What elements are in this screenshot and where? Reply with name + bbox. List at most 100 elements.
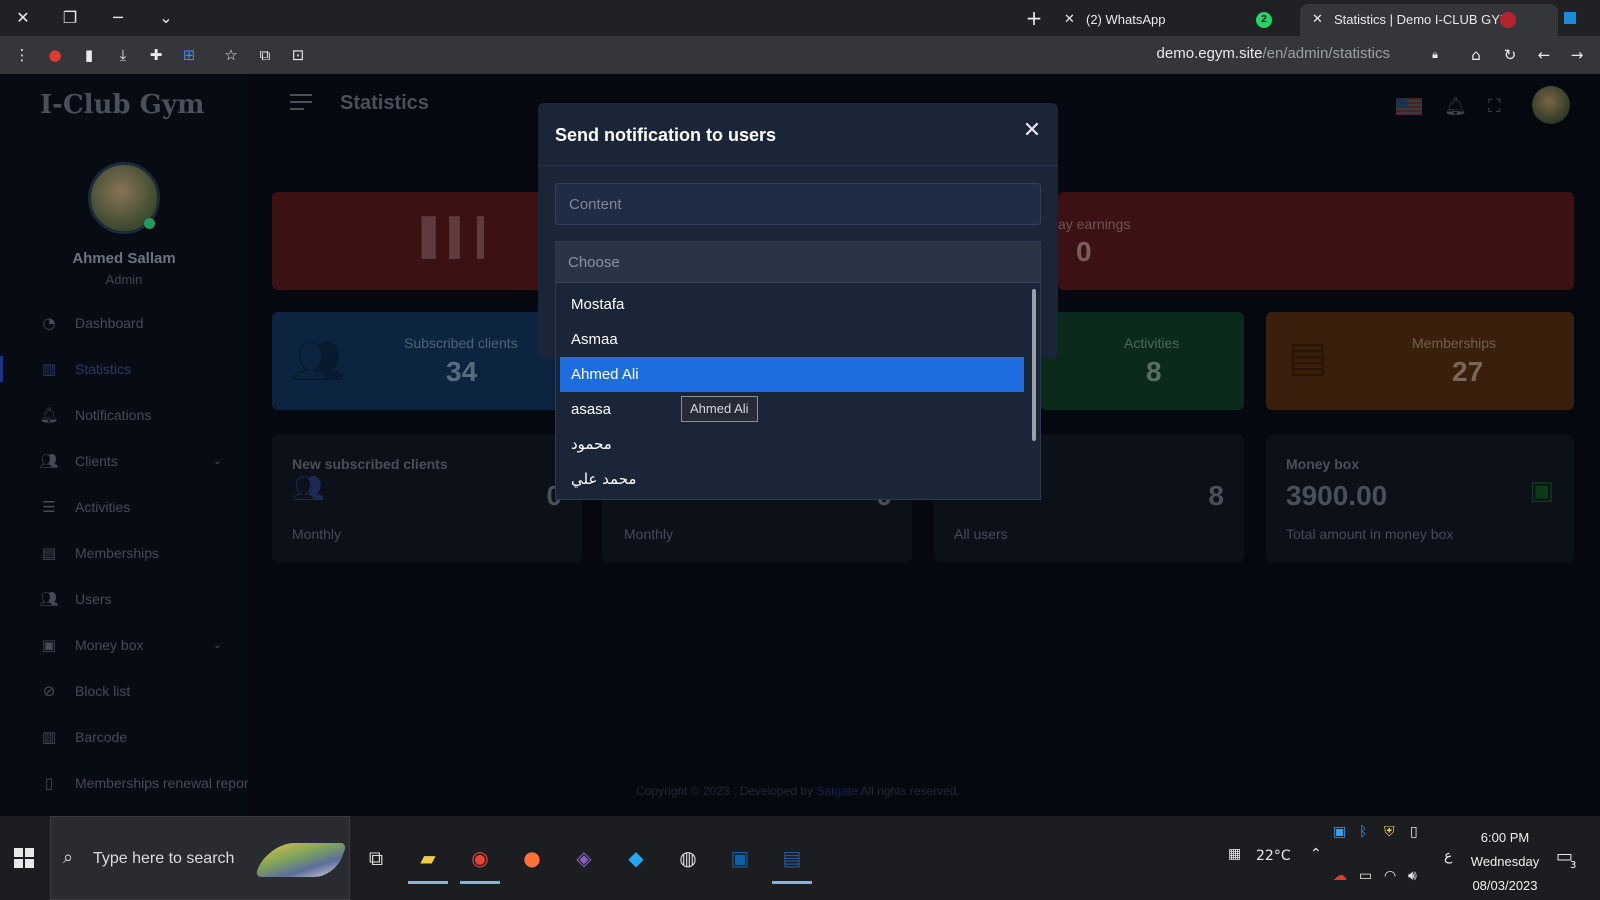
sidebar-item-activities[interactable]: ☰ Activities <box>0 484 248 530</box>
choose-search-input[interactable] <box>556 242 1040 283</box>
share-icon[interactable]: ⧉ <box>254 44 276 66</box>
url-field[interactable]: demo.egym.site/en/admin/statistics <box>1157 45 1390 62</box>
battery-icon[interactable]: ▭ <box>1359 868 1372 884</box>
barcode-icon: ▥ <box>41 728 57 746</box>
download-icon[interactable]: ⤓ <box>112 44 134 66</box>
word-icon[interactable]: ▤ <box>772 836 812 884</box>
wifi-icon[interactable]: ◠ <box>1384 868 1396 884</box>
us-flag-icon[interactable] <box>1396 98 1422 115</box>
card-value: 8 <box>1146 356 1162 387</box>
bluetooth-icon[interactable]: ᛒ <box>1359 824 1367 840</box>
sidebar-item-label: Statistics <box>75 361 132 377</box>
app-logo[interactable]: I-Club Gym <box>40 90 204 120</box>
new-tab-icon[interactable]: + <box>1022 6 1046 30</box>
card-label: New subscribed clients <box>292 456 448 472</box>
restore-window-icon[interactable]: ❐ <box>58 6 82 30</box>
page-footer: Copyright © 2023 . Developed by Satgate … <box>248 784 1348 798</box>
visual-studio-icon[interactable]: ◈ <box>564 836 604 880</box>
hamburger-menu-icon[interactable] <box>290 94 312 112</box>
list-item[interactable]: محمود <box>560 427 1024 462</box>
gym-favicon-icon <box>1500 12 1516 28</box>
sidebar-item-memberships[interactable]: ▤ Memberships <box>0 530 248 576</box>
card-value: 3900.00 <box>1286 480 1388 511</box>
firefox-icon[interactable]: ● <box>512 836 552 880</box>
tray-app-icon[interactable]: ▣ <box>1333 824 1346 840</box>
input-language[interactable]: ع <box>1444 848 1452 864</box>
close-window-icon[interactable]: ✕ <box>11 6 35 30</box>
money-icon: ▣ <box>41 636 57 654</box>
windows-taskbar: ⌕ Type here to search ⧉ ▰ ◉ ● ◈ ◆ ◍ ▣ ▤ … <box>0 816 1600 900</box>
task-view-icon[interactable]: ⧉ <box>356 836 396 880</box>
card-label: Subscribed clients <box>404 335 518 351</box>
sidebar-item-clients[interactable]: 👥︎ Clients ⌄ <box>0 438 248 484</box>
file-explorer-icon[interactable]: ▰ <box>408 836 448 884</box>
options-list: Mostafa Asmaa Ahmed Ali asasa محمود محمد… <box>560 287 1024 497</box>
id-card-icon: ▤ <box>41 544 57 562</box>
user-avatar <box>88 162 160 234</box>
system-clock[interactable]: 6:00 PM Wednesday 08/03/2023 <box>1460 826 1550 898</box>
bell-icon[interactable]: 🔔︎ <box>1444 96 1467 117</box>
clock-time: 6:00 PM <box>1480 830 1530 845</box>
tab-close-icon[interactable]: ✕ <box>1064 4 1075 36</box>
outlook-icon[interactable]: ▣ <box>720 836 760 880</box>
menu-dots-icon[interactable]: ⋮ <box>11 44 33 66</box>
sidebar-item-statistics[interactable]: ▥ Statistics <box>0 346 248 392</box>
sidebar-item-label: Memberships renewal repor <box>75 775 248 791</box>
extension-red-icon[interactable]: ● <box>44 44 66 66</box>
taskbar-search[interactable]: ⌕ Type here to search <box>50 816 350 900</box>
footer-link[interactable]: Satgate <box>816 784 857 798</box>
app-circle-icon[interactable]: ◍ <box>668 836 708 880</box>
vscode-icon[interactable]: ◆ <box>616 836 656 880</box>
url-host: demo.egym.site <box>1156 45 1263 62</box>
list-item-selected[interactable]: Ahmed Ali <box>560 357 1024 392</box>
reload-icon[interactable]: ↻ <box>1499 44 1521 66</box>
bookmark-star-icon[interactable]: ☆ <box>220 44 242 66</box>
sidebar-item-dashboard[interactable]: ◔ Dashboard <box>0 300 248 346</box>
card-subtitle: Monthly <box>624 526 674 542</box>
tab-statistics[interactable]: ✕ Statistics | Demo I-CLUB GYM <box>1300 4 1558 36</box>
sidebar-item-renewal-report[interactable]: ▯ Memberships renewal repor <box>0 760 248 806</box>
device-icon[interactable]: ▯ <box>1410 824 1418 840</box>
extensions-icon[interactable]: ✚ <box>145 44 167 66</box>
list-item[interactable]: asasa <box>560 392 1024 427</box>
windows-start-icon[interactable] <box>14 848 34 868</box>
tab-title: Statistics | Demo I-CLUB GYM <box>1334 12 1511 27</box>
fullscreen-icon[interactable]: ⛶ <box>1488 96 1501 117</box>
stat-card-money-box: Money box 3900.00 ▣ Total amount in mone… <box>1266 434 1574 562</box>
home-icon[interactable]: ⌂ <box>1465 44 1487 66</box>
temperature[interactable]: 22°C <box>1256 848 1291 864</box>
back-icon[interactable]: ← <box>1533 44 1555 66</box>
sidebar-item-label: Activities <box>75 499 131 515</box>
sidebar-icon[interactable]: ▮ <box>78 44 100 66</box>
translate-icon[interactable]: ⊞ <box>178 44 200 66</box>
list-item[interactable]: محمد علي <box>560 462 1024 497</box>
sidebar-item-block-list[interactable]: ⊘ Block list <box>0 668 248 714</box>
tab-whatsapp[interactable]: ✕ (2) WhatsApp 2 <box>1052 4 1292 36</box>
search-placeholder: Type here to search <box>93 850 235 867</box>
security-icon[interactable]: ⛨ <box>1384 824 1395 840</box>
sidebar-item-barcode[interactable]: ▥ Barcode <box>0 714 248 760</box>
onedrive-error-icon[interactable]: ☁ <box>1333 868 1347 884</box>
weather-icon[interactable]: ▦ <box>1228 846 1241 862</box>
minimize-window-icon[interactable]: ─ <box>106 6 130 30</box>
lock-icon[interactable]: 🔒︎ <box>1424 44 1446 66</box>
dropdown-scrollbar[interactable] <box>1032 289 1036 441</box>
sidebar-item-users[interactable]: 👥︎ Users <box>0 576 248 622</box>
chevron-up-icon[interactable]: ⌃ <box>1310 846 1322 862</box>
list-item[interactable]: Asmaa <box>560 322 1024 357</box>
tab-search-chevron-icon[interactable]: ⌄ <box>154 6 178 30</box>
volume-icon[interactable]: 🔊︎ <box>1408 868 1417 884</box>
tab-close-icon[interactable]: ✕ <box>1312 4 1323 36</box>
content-input[interactable] <box>555 183 1041 225</box>
chrome-icon[interactable]: ◉ <box>460 836 500 884</box>
edge-icon <box>1564 12 1576 24</box>
search-highlight-art <box>254 843 348 877</box>
navbar-avatar[interactable] <box>1532 86 1570 124</box>
sidebar-item-label: Notifications <box>75 407 152 423</box>
sidebar-item-money-box[interactable]: ▣ Money box ⌄ <box>0 622 248 668</box>
sidebar-item-notifications[interactable]: 🔔︎ Notifications <box>0 392 248 438</box>
close-icon[interactable]: ✕ <box>1020 117 1044 145</box>
list-item[interactable]: Mostafa <box>560 287 1024 322</box>
forward-icon[interactable]: → <box>1566 44 1588 66</box>
screenshot-icon[interactable]: ⊡ <box>287 44 309 66</box>
